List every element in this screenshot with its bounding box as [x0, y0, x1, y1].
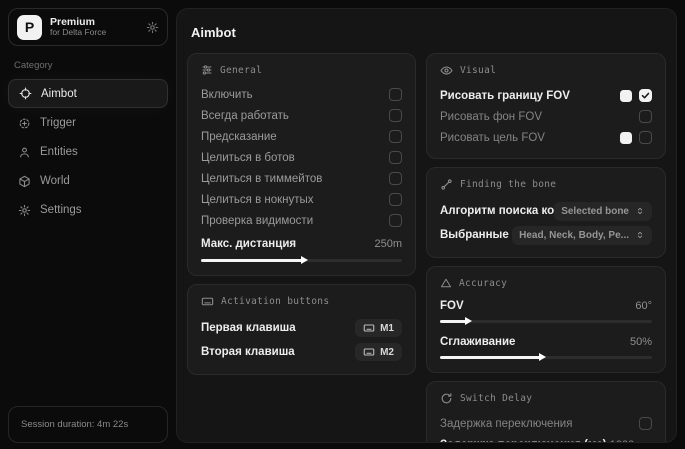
color-swatch[interactable] [620, 90, 632, 102]
setting-row: Включить [201, 84, 402, 105]
sidebar-item-trigger[interactable]: Trigger [8, 109, 168, 137]
slider-row: FOV 60° [440, 297, 652, 315]
keyboard-icon [201, 295, 214, 308]
setting-row: Целиться в нокнутых [201, 189, 402, 210]
checkbox[interactable] [389, 109, 402, 122]
slider-row: Задержка переключения (мс) 1000 ms [440, 436, 652, 443]
section-title: General [220, 65, 262, 76]
setting-row: Проверка видимости [201, 210, 402, 231]
brand-logo: P [17, 15, 42, 40]
general-card: General Включить Всегда работать Предска… [187, 53, 416, 276]
brand-subtitle: for Delta Force [50, 28, 138, 38]
setting-row: Целиться в ботов [201, 147, 402, 168]
accuracy-card: Accuracy FOV 60° Сглаживание 50% [426, 266, 666, 373]
keybind-row: Первая клавиша M1 [201, 316, 402, 340]
main-panel: Aimbot General Включить Всегда работать … [176, 8, 677, 443]
session-duration: Session duration: 4m 22s [8, 406, 168, 443]
bone-algorithm-select[interactable]: Selected bone [554, 202, 652, 221]
crosshair-icon [19, 87, 32, 100]
category-label: Category [14, 60, 168, 71]
bone-icon [440, 178, 453, 191]
setting-row: Всегда работать [201, 105, 402, 126]
slider-value: 1000 ms [610, 439, 652, 443]
section-title: Visual [460, 65, 496, 76]
setting-row: Целиться в тиммейтов [201, 168, 402, 189]
eye-icon [440, 64, 453, 77]
sidebar-item-label: World [40, 175, 70, 187]
color-swatch[interactable] [620, 132, 632, 144]
setting-row: Рисовать цель FOV [440, 127, 652, 148]
section-title: Finding the bone [460, 179, 556, 190]
sidebar-item-label: Settings [40, 204, 82, 216]
slider-value: 250m [374, 238, 402, 250]
chevrons-up-down-icon [635, 206, 645, 216]
slider-thumb[interactable] [539, 353, 546, 361]
keyboard-icon [363, 322, 375, 334]
sidebar-item-settings[interactable]: Settings [8, 196, 168, 224]
refresh-icon [440, 392, 453, 405]
sidebar-item-label: Aimbot [41, 88, 77, 100]
dropdown-row: Алгоритм поиска кости Selected bone [440, 199, 652, 223]
checkbox[interactable] [389, 130, 402, 143]
sidebar: P Premium for Delta Force Category Aimbo… [8, 8, 168, 443]
slider-thumb[interactable] [301, 256, 308, 264]
section-title: Accuracy [459, 278, 507, 289]
entities-icon [18, 146, 31, 159]
switch-delay-card: Switch Delay Задержка переключения Задер… [426, 381, 666, 443]
keybind-row: Вторая клавиша M2 [201, 340, 402, 364]
checkbox[interactable] [389, 172, 402, 185]
world-icon [18, 175, 31, 188]
bone-card: Finding the bone Алгоритм поиска кости S… [426, 167, 666, 258]
gear-icon[interactable] [146, 21, 159, 34]
gear-icon [18, 204, 31, 217]
slider-value: 60° [635, 300, 652, 312]
setting-row: Задержка переключения [440, 413, 652, 434]
dropdown-row: Выбранные кости Head, Neck, Body, Pe... [440, 223, 652, 247]
section-title: Activation buttons [221, 296, 329, 307]
setting-row: Рисовать границу FOV [440, 85, 652, 106]
setting-row: Предсказание [201, 126, 402, 147]
checkbox[interactable] [639, 417, 652, 430]
sidebar-item-label: Entities [40, 146, 78, 158]
slider-value: 50% [630, 336, 652, 348]
setting-row: Рисовать фон FOV [440, 106, 652, 127]
keyboard-icon [363, 346, 375, 358]
slider-thumb[interactable] [465, 317, 472, 325]
checkbox[interactable] [389, 193, 402, 206]
slider-row: Сглаживание 50% [440, 333, 652, 351]
smoothing-slider[interactable] [440, 353, 652, 362]
chevrons-up-down-icon [635, 230, 645, 240]
sidebar-item-aimbot[interactable]: Aimbot [8, 79, 168, 108]
checkbox[interactable] [389, 88, 402, 101]
activation-card: Activation buttons Первая клавиша M1 Вто… [187, 284, 416, 375]
checkbox[interactable] [639, 89, 652, 102]
section-title: Switch Delay [460, 393, 532, 404]
fov-slider[interactable] [440, 317, 652, 326]
keybind-button[interactable]: M2 [355, 343, 402, 361]
checkbox[interactable] [639, 110, 652, 123]
sidebar-item-label: Trigger [40, 117, 76, 129]
sliders-icon [201, 64, 213, 76]
max-distance-slider[interactable] [201, 256, 402, 265]
keybind-button[interactable]: M1 [355, 319, 402, 337]
page-title: Aimbot [191, 25, 666, 40]
visual-card: Visual Рисовать границу FOV Рисовать фон… [426, 53, 666, 159]
checkbox[interactable] [389, 214, 402, 227]
sidebar-item-world[interactable]: World [8, 167, 168, 195]
checkbox[interactable] [389, 151, 402, 164]
brand-header: P Premium for Delta Force [8, 8, 168, 46]
selected-bones-select[interactable]: Head, Neck, Body, Pe... [512, 226, 652, 245]
sidebar-item-entities[interactable]: Entities [8, 138, 168, 166]
triangle-icon [440, 277, 452, 289]
checkbox[interactable] [639, 131, 652, 144]
slider-row: Макс. дистанция 250m [201, 233, 402, 254]
trigger-icon [18, 117, 31, 130]
